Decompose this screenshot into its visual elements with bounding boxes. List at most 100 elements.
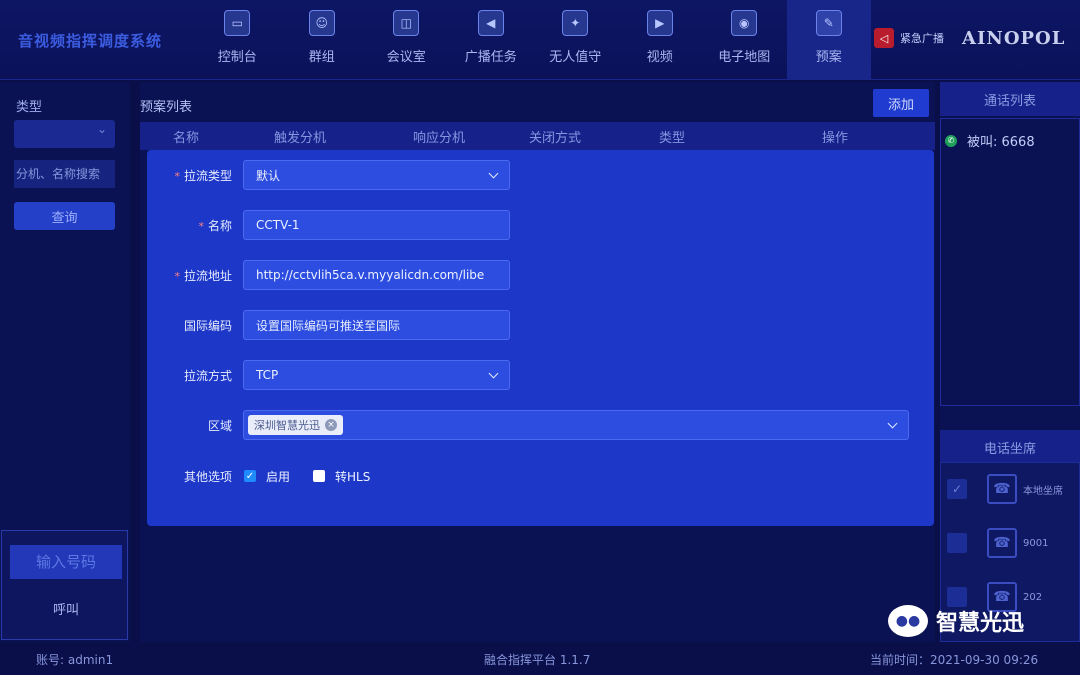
enable-label: 启用 <box>266 469 291 484</box>
region-tag-text: 深圳智慧光迅 <box>254 419 320 432</box>
checkmark-icon: ✓ <box>244 470 256 482</box>
nav-label: 控制台 <box>217 50 257 65</box>
group-icon: ☺ <box>308 10 335 36</box>
pull-method-value: TCP <box>256 368 279 382</box>
pull-type-select[interactable]: 默认 <box>243 160 510 190</box>
label-text: 国际编码 <box>183 318 232 333</box>
pull-type-value: 默认 <box>256 168 281 183</box>
region-tag: 深圳智慧光迅 × <box>248 415 343 435</box>
map-icon: ◉ <box>731 10 758 36</box>
telephone-icon: ☎ <box>987 528 1017 558</box>
url-input[interactable]: http://cctvlih5ca.v.myyalicdn.com/libe <box>243 260 510 290</box>
region-label: 区域 <box>147 417 243 434</box>
nav-meeting[interactable]: ◫ 会议室 <box>364 0 449 80</box>
options-row: 其他选项 ✓ 启用 转HLS <box>147 461 392 491</box>
plan-icon: ✎ <box>815 10 842 36</box>
seat-label: 9001 <box>1023 537 1049 549</box>
search-input[interactable] <box>14 160 115 188</box>
main-nav: ▭ 控制台 ☺ 群组 ◫ 会议室 ◀ 广播任务 ✦ 无人值守 ▶ 视频 ◉ 电子… <box>195 0 871 80</box>
pull-method-label: 拉流方式 <box>147 367 243 384</box>
call-button[interactable]: 呼叫 <box>10 595 122 621</box>
checkmark-icon[interactable]: ✓ <box>947 479 967 499</box>
type-select[interactable] <box>14 120 115 148</box>
column-header: 关闭方式 <box>529 130 582 146</box>
meeting-icon: ◫ <box>393 10 420 36</box>
seat-item[interactable]: ✓ ☎ 本地坐席 <box>947 471 1063 507</box>
close-icon[interactable]: × <box>325 419 337 431</box>
column-header: 名称 <box>173 130 200 146</box>
label-text: 其他选项 <box>183 469 232 484</box>
national-code-input[interactable]: 设置国际编码可推送至国际 <box>243 310 510 340</box>
left-panel: 类型 查询 呼叫 <box>0 82 130 642</box>
nav-unattended[interactable]: ✦ 无人值守 <box>533 0 618 80</box>
label-text: 拉流地址 <box>183 268 232 283</box>
add-button[interactable]: 添加 <box>873 89 929 117</box>
plan-list-title: 预案列表 <box>140 100 193 115</box>
pull-method-row: 拉流方式 TCP <box>147 360 510 390</box>
seat-label: 本地坐席 <box>1023 485 1063 497</box>
national-code-placeholder: 设置国际编码可推送至国际 <box>256 318 401 333</box>
name-row: * 名称 CCTV-1 <box>147 210 510 240</box>
video-icon: ▶ <box>646 10 673 36</box>
column-header: 响应分机 <box>413 130 466 146</box>
nav-label: 广播任务 <box>464 50 517 65</box>
monitor-icon: ▭ <box>224 10 251 36</box>
label-text: 拉流方式 <box>183 368 232 383</box>
hls-label: 转HLS <box>335 469 371 484</box>
call-list: ✆ 被叫: 6668 <box>940 118 1080 406</box>
phone-icon: ✆ <box>945 134 957 147</box>
enable-checkbox[interactable]: ✓ 启用 <box>243 468 290 485</box>
watermark-text: 智慧光迅 <box>936 611 1025 636</box>
column-header: 操作 <box>822 130 849 146</box>
url-label: * 拉流地址 <box>147 267 243 284</box>
label-text: 名称 <box>207 218 232 233</box>
unattended-icon: ✦ <box>562 10 589 36</box>
list-item[interactable]: ✆ 被叫: 6668 <box>945 131 1035 150</box>
nav-broadcast[interactable]: ◀ 广播任务 <box>449 0 534 80</box>
speaker-icon: ◁ <box>874 28 894 48</box>
checkbox-empty-icon <box>313 470 326 482</box>
seats-title: 电话坐席 <box>940 430 1080 464</box>
nav-plan[interactable]: ✎ 预案 <box>786 0 871 80</box>
status-bar: 账号: admin1 融合指挥平台 1.1.7 当前时间：2021-09-30 … <box>0 645 1080 675</box>
checkbox-icon[interactable] <box>947 533 967 553</box>
watermark: ●● 智慧光迅 <box>888 605 1024 637</box>
emergency-broadcast-button[interactable]: ◁ 紧急广播 <box>874 28 944 48</box>
nav-map[interactable]: ◉ 电子地图 <box>702 0 787 80</box>
pull-type-row: * 拉流类型 默认 <box>147 160 510 190</box>
current-time: 当前时间：2021-09-30 09:26 <box>870 653 1039 667</box>
megaphone-icon: ◀ <box>477 10 504 36</box>
name-label: * 名称 <box>147 217 243 234</box>
nav-label: 无人值守 <box>549 50 602 65</box>
nav-video[interactable]: ▶ 视频 <box>618 0 703 80</box>
seat-label: 202 <box>1023 591 1043 603</box>
region-multiselect[interactable]: 深圳智慧光迅 × <box>243 410 909 440</box>
nav-label: 群组 <box>308 50 335 65</box>
dial-number-input[interactable] <box>10 545 122 579</box>
hls-checkbox[interactable]: 转HLS <box>312 468 370 485</box>
emergency-label: 紧急广播 <box>900 32 944 45</box>
nav-group[interactable]: ☺ 群组 <box>280 0 365 80</box>
column-header: 类型 <box>659 130 686 146</box>
checkbox-icon[interactable] <box>947 587 967 607</box>
required-mark: * <box>174 269 180 283</box>
url-row: * 拉流地址 http://cctvlih5ca.v.myyalicdn.com/… <box>147 260 510 290</box>
seat-item[interactable]: ☎ 9001 <box>947 525 1048 561</box>
required-mark: * <box>198 219 204 233</box>
nav-label: 电子地图 <box>718 50 771 65</box>
type-label: 类型 <box>16 100 43 115</box>
query-button[interactable]: 查询 <box>14 202 115 230</box>
options-label: 其他选项 <box>147 468 243 485</box>
nav-label: 会议室 <box>386 50 426 65</box>
national-code-row: 国际编码 设置国际编码可推送至国际 <box>147 310 510 340</box>
region-row: 区域 深圳智慧光迅 × <box>147 410 909 440</box>
table-header: 名称 触发分机 响应分机 关闭方式 类型 操作 <box>140 122 935 150</box>
column-header: 触发分机 <box>274 130 327 146</box>
nav-label: 预案 <box>815 50 842 65</box>
name-value: CCTV-1 <box>256 218 300 232</box>
pull-method-select[interactable]: TCP <box>243 360 510 390</box>
name-input[interactable]: CCTV-1 <box>243 210 510 240</box>
chat-bubbles-icon: ●● <box>888 605 928 637</box>
right-panel: 通话列表 ✆ 被叫: 6668 电话坐席 ✓ ☎ 本地坐席 ☎ 9001 ☎ 2… <box>940 82 1080 642</box>
nav-console[interactable]: ▭ 控制台 <box>195 0 280 80</box>
